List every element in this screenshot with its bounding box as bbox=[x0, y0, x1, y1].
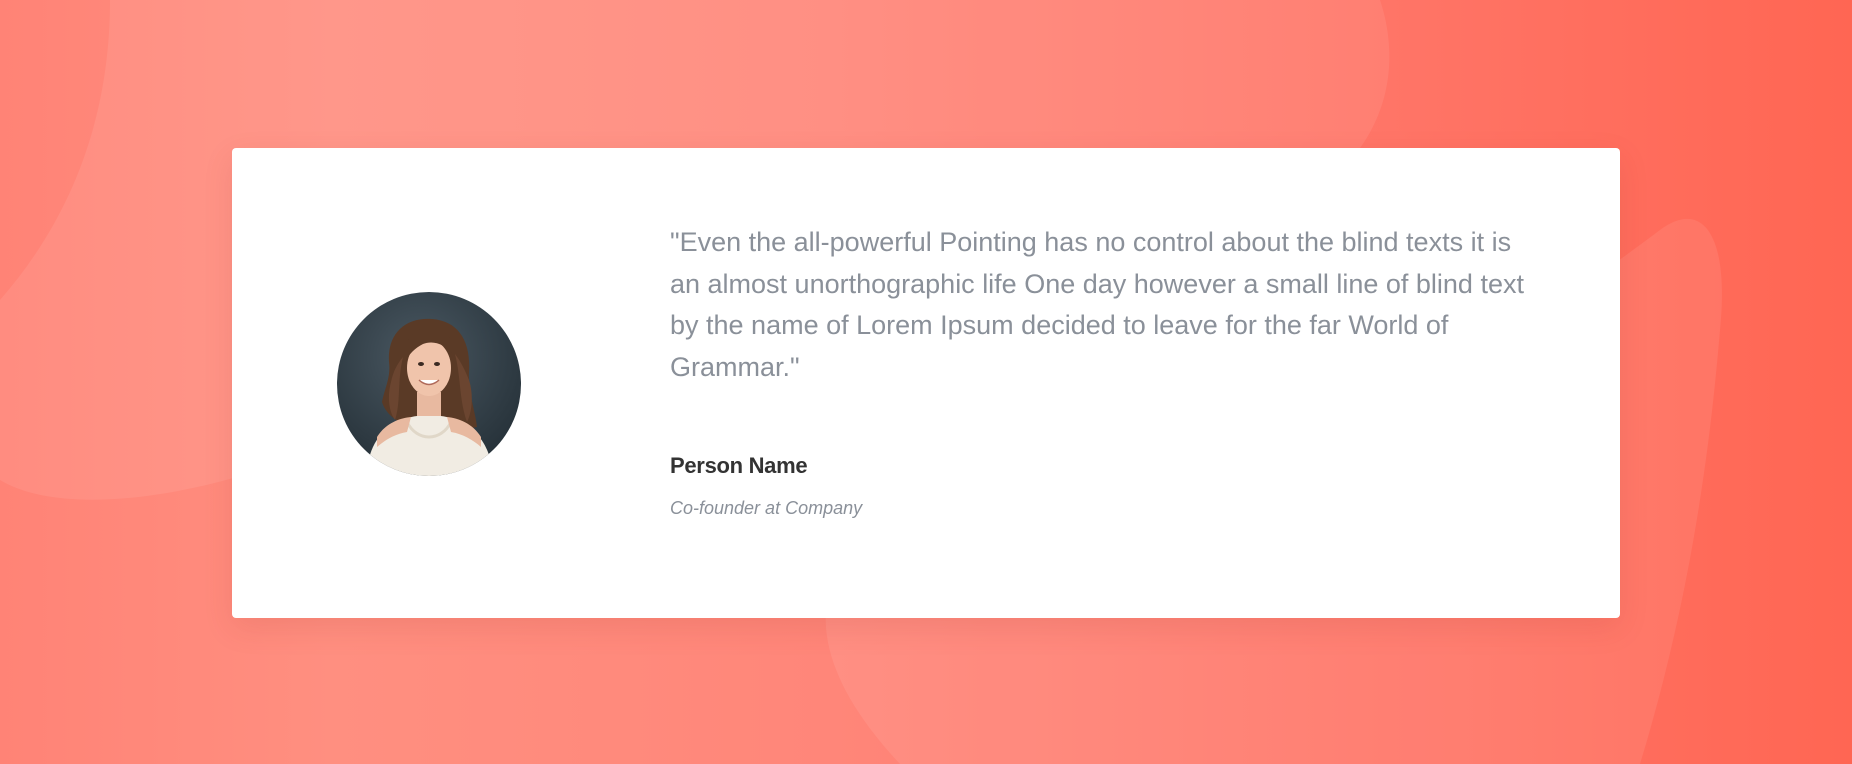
avatar bbox=[337, 292, 521, 476]
testimonial-card: "Even the all-powerful Pointing has no c… bbox=[232, 148, 1620, 618]
testimonial-quote: "Even the all-powerful Pointing has no c… bbox=[670, 227, 1524, 382]
person-photo bbox=[337, 292, 521, 476]
person-role: Co-founder at Company bbox=[670, 498, 863, 518]
person-name: Person Name bbox=[670, 453, 808, 478]
